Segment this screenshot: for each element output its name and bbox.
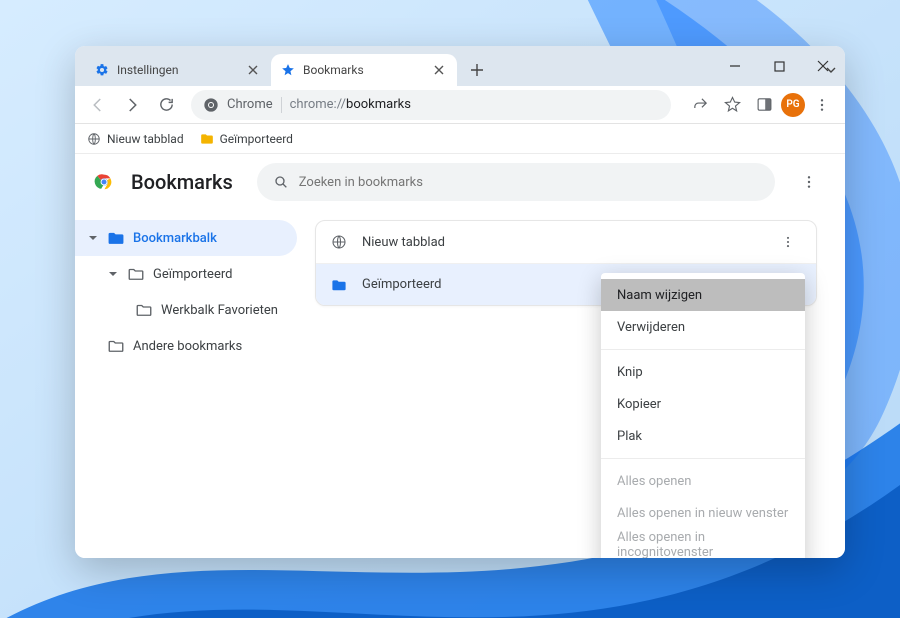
globe-icon [87,132,101,146]
separator [281,97,282,113]
minimize-button[interactable] [713,46,757,86]
bookmarks-search-input[interactable] [299,175,759,190]
url-text: chrome://bookmarks [290,97,411,112]
overflow-menu-button[interactable] [807,90,837,120]
tab-bookmarks[interactable]: Bookmarks [271,54,457,86]
menu-item-copy[interactable]: Kopieer [601,388,805,420]
back-button[interactable] [83,90,113,120]
menu-item-open-all[interactable]: Alles openen [601,465,805,497]
chrome-window: Instellingen Bookmarks [75,46,845,558]
tree-item-andere-bookmarks[interactable]: Andere bookmarks [75,328,297,364]
bookmarks-search-box[interactable] [257,163,775,201]
context-menu: Naam wijzigen Verwijderen Knip Kopieer P… [601,273,805,558]
chrome-logo-icon [93,171,115,193]
avatar[interactable]: PG [781,93,805,117]
item-overflow-button[interactable] [774,228,802,256]
share-button[interactable] [685,90,715,120]
chrome-icon [203,97,219,113]
menu-separator [601,458,805,459]
toolbar: Chrome chrome://bookmarks PG [75,86,845,124]
page-title: Bookmarks [131,170,233,194]
tree-item-geimporteerd[interactable]: Geïmporteerd [75,256,297,292]
page-overflow-button[interactable] [791,164,827,200]
chevron-down-icon [107,269,119,279]
gear-icon [95,63,109,77]
bookmark-bar-item[interactable]: Nieuw tabblad [87,132,184,146]
menu-item-open-all-new-window[interactable]: Alles openen in nieuw venster [601,497,805,529]
folder-outline-icon [107,229,125,247]
list-item[interactable]: Nieuw tabblad [316,221,816,263]
star-icon [281,63,295,77]
new-tab-button[interactable] [463,56,491,84]
tree-item-bookmarkbalk[interactable]: Bookmarkbalk [75,220,297,256]
maximize-button[interactable] [757,46,801,86]
menu-item-open-all-incognito[interactable]: Alles openen in incognitovenster [601,529,805,558]
bookmark-bar-item[interactable]: Geïmporteerd [200,132,293,146]
folder-outline-icon [127,265,145,283]
bookmarks-tree: Bookmarkbalk Geïmporteerd Werkbalk Favor… [75,210,305,558]
tree-item-werkbalk-favorieten[interactable]: Werkbalk Favorieten [75,292,297,328]
tab-instellingen[interactable]: Instellingen [85,54,271,86]
reload-button[interactable] [151,90,181,120]
bookmarks-page: Bookmarks Bookmarkbalk Geïmporteerd [75,154,845,558]
side-panel-button[interactable] [749,90,779,120]
menu-item-cut[interactable]: Knip [601,356,805,388]
menu-item-rename[interactable]: Naam wijzigen [601,279,805,311]
close-icon[interactable] [431,62,447,78]
bookmarks-content: Nieuw tabblad Geïmporteerd Naam wijzigen… [305,210,845,558]
folder-yellow-icon [200,132,214,146]
close-icon[interactable] [245,62,261,78]
folder-outline-icon [330,277,348,293]
menu-separator [601,349,805,350]
bookmark-bar: Nieuw tabblad Geïmporteerd [75,124,845,154]
folder-outline-icon [135,301,153,319]
search-icon [273,174,289,190]
window-controls [713,46,845,86]
bookmark-star-button[interactable] [717,90,747,120]
menu-item-delete[interactable]: Verwijderen [601,311,805,343]
tab-label: Bookmarks [303,63,364,77]
site-label: Chrome [227,97,273,112]
forward-button[interactable] [117,90,147,120]
page-header: Bookmarks [75,154,845,210]
folder-outline-icon [107,337,125,355]
chevron-down-icon [87,233,99,243]
tab-label: Instellingen [117,63,178,77]
globe-icon [330,234,348,250]
menu-item-paste[interactable]: Plak [601,420,805,452]
tab-strip: Instellingen Bookmarks [75,46,845,86]
close-window-button[interactable] [801,46,845,86]
address-bar[interactable]: Chrome chrome://bookmarks [191,90,671,120]
